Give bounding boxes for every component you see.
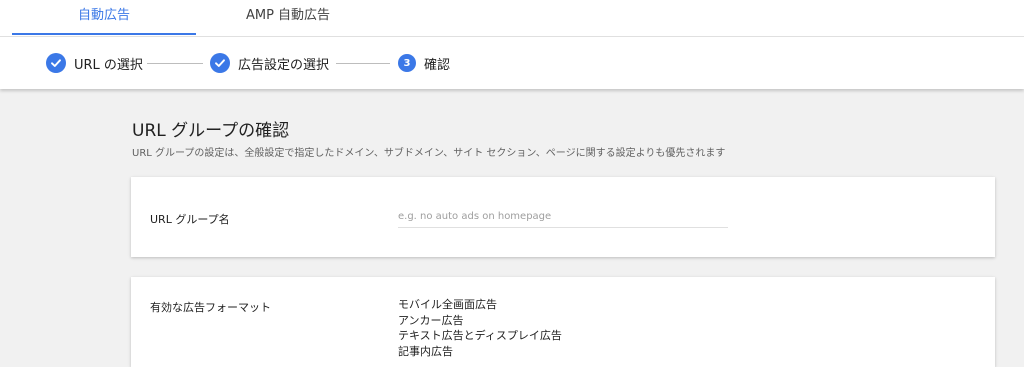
tab-amp-auto-ads[interactable]: AMP 自動広告 bbox=[196, 0, 380, 34]
stepper: URL の選択 広告設定の選択 3 確認 bbox=[0, 36, 1024, 89]
active-tab-indicator bbox=[12, 33, 196, 35]
page-subtitle: URL グループの設定は、全般設定で指定したドメイン、サブドメイン、サイト セク… bbox=[132, 148, 726, 159]
top-bar: 自動広告 AMP 自動広告 URL の選択 広告設定の選択 3 確認 bbox=[0, 0, 1024, 89]
url-group-card: URL グループ名 bbox=[131, 177, 995, 257]
url-group-name-input[interactable] bbox=[398, 205, 728, 228]
step-label: 確認 bbox=[424, 57, 451, 73]
url-group-name-label: URL グループ名 bbox=[150, 213, 230, 226]
check-icon bbox=[210, 53, 230, 73]
list-item: モバイル全画面広告 bbox=[398, 298, 497, 311]
page-title: URL グループの確認 bbox=[132, 121, 290, 141]
step-connector bbox=[336, 63, 390, 64]
list-item: アンカー広告 bbox=[398, 313, 464, 327]
step-label: 広告設定の選択 bbox=[238, 57, 330, 73]
step-label: URL の選択 bbox=[74, 57, 143, 73]
list-item: テキスト広告とディスプレイ広告 bbox=[398, 329, 562, 342]
step-url-selection[interactable]: URL の選択 bbox=[46, 53, 143, 73]
ad-format-list: モバイル全画面広告 アンカー広告 テキスト広告とディスプレイ広告 記事内広告 bbox=[398, 297, 562, 359]
ad-formats-label: 有効な広告フォーマット bbox=[150, 301, 271, 314]
step-number-badge: 3 bbox=[398, 54, 416, 72]
check-icon bbox=[46, 53, 66, 73]
step-confirm[interactable]: 3 確認 bbox=[398, 53, 450, 73]
step-connector bbox=[147, 63, 203, 64]
tab-auto-ads[interactable]: 自動広告 bbox=[12, 0, 196, 34]
step-ad-settings[interactable]: 広告設定の選択 bbox=[210, 53, 329, 73]
tab-bar: 自動広告 AMP 自動広告 bbox=[0, 0, 1024, 37]
list-item: 記事内広告 bbox=[398, 344, 453, 358]
